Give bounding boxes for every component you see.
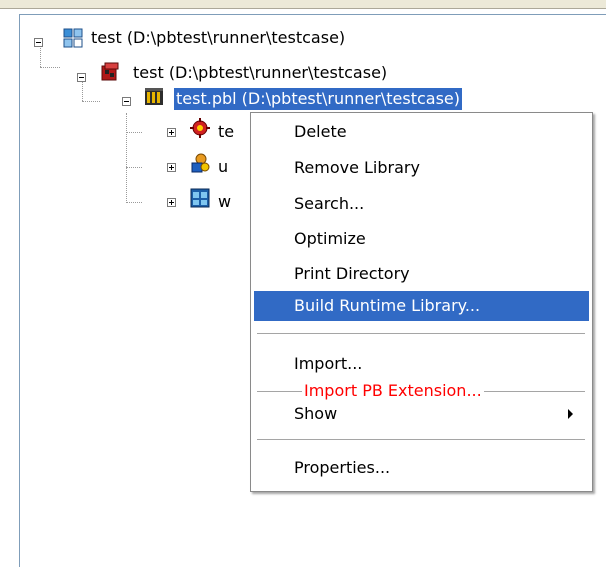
tree-connector	[40, 67, 60, 68]
submenu-arrow-icon	[568, 409, 573, 419]
import-pb-extension-label[interactable]: Import PB Extension...	[302, 380, 484, 402]
expand-toggle[interactable]	[167, 128, 176, 137]
target-icon	[101, 62, 119, 81]
menu-separator	[257, 439, 585, 440]
tree-node-label[interactable]: test (D:\pbtest\runner\testcase)	[89, 27, 347, 49]
collapse-toggle[interactable]	[122, 97, 131, 106]
expand-toggle[interactable]	[167, 163, 176, 172]
expand-toggle[interactable]	[167, 198, 176, 207]
collapse-toggle[interactable]	[34, 38, 43, 47]
menu-item-show[interactable]: Show	[254, 399, 589, 429]
menu-item-import[interactable]: Import...	[254, 349, 589, 379]
menu-item-label: Show	[294, 404, 338, 423]
tree-node-label-selected[interactable]: test.pbl (D:\pbtest\runner\testcase)	[174, 88, 462, 110]
workspace-icon	[63, 28, 83, 48]
tree-connector	[126, 167, 142, 168]
menu-item-delete[interactable]: Delete	[254, 117, 589, 147]
tree-connector	[82, 79, 83, 101]
collapse-toggle[interactable]	[77, 73, 86, 82]
menu-item-build-runtime-library[interactable]: Build Runtime Library...	[254, 291, 589, 321]
tree-node-label[interactable]: te	[216, 121, 236, 143]
menu-item-search[interactable]: Search...	[254, 189, 589, 219]
menu-item-remove-library[interactable]: Remove Library	[254, 153, 589, 183]
menu-item-optimize[interactable]: Optimize	[254, 224, 589, 254]
tree-connector	[82, 101, 100, 102]
tree-node-label[interactable]: w	[216, 191, 233, 213]
user-object-icon	[191, 153, 210, 173]
tree-connector	[126, 202, 142, 203]
menu-item-properties[interactable]: Properties...	[254, 453, 589, 483]
menu-separator	[257, 333, 585, 334]
tree-connector	[126, 132, 142, 133]
context-menu: Delete Remove Library Search... Optimize…	[250, 112, 593, 492]
tree-connector	[126, 113, 127, 203]
application-object-icon	[190, 118, 210, 138]
window-frame-top	[0, 0, 606, 9]
tree-node-label[interactable]: test (D:\pbtest\runner\testcase)	[131, 62, 389, 84]
tree-node-label[interactable]: u	[216, 156, 230, 178]
library-icon	[145, 88, 163, 105]
menu-item-print-directory[interactable]: Print Directory	[254, 259, 589, 289]
window-object-icon	[190, 188, 210, 208]
